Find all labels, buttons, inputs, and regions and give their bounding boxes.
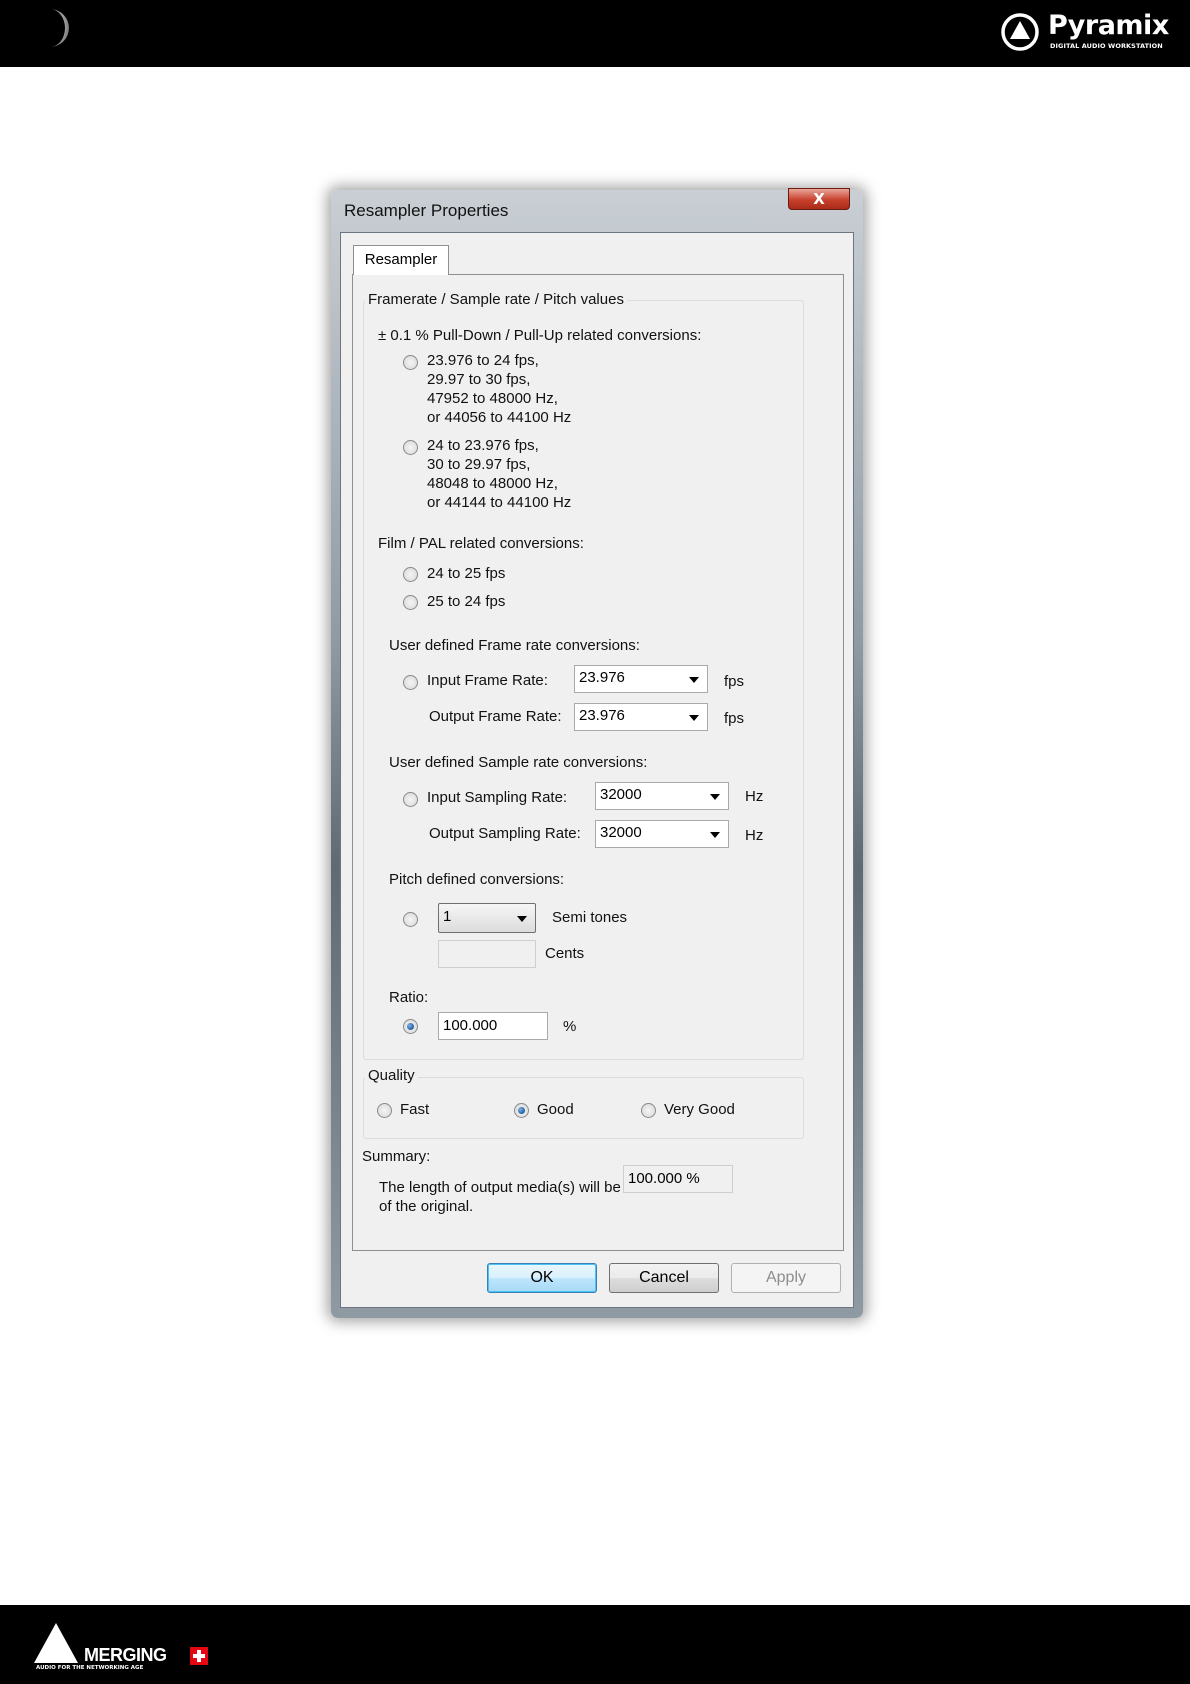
output-sampling-rate-label: Output Sampling Rate: — [429, 825, 581, 842]
pulldown-option2-line2: 30 to 29.97 fps, — [427, 456, 531, 473]
quality-fast-radio[interactable] — [377, 1103, 392, 1118]
summary-text-line1: The length of output media(s) will be — [379, 1179, 621, 1196]
output-frame-rate-value: 23.976 — [579, 707, 625, 724]
film-option2-label: 25 to 24 fps — [427, 593, 506, 610]
pulldown-option2-line1: 24 to 23.976 fps, — [427, 437, 539, 454]
tab-resampler[interactable]: Resampler — [353, 245, 449, 275]
pulldown-option1-line1: 23.976 to 24 fps, — [427, 352, 539, 369]
chevron-down-icon — [710, 794, 720, 800]
input-sampling-rate-label: Input Sampling Rate: — [427, 789, 568, 806]
merging-brand-name: MERGING — [84, 1645, 167, 1665]
film-heading: Film / PAL related conversions: — [378, 535, 584, 552]
values-group-legend: Framerate / Sample rate / Pitch values — [365, 291, 627, 308]
fps-unit-1: fps — [724, 673, 745, 690]
chevron-down-icon — [710, 832, 720, 838]
title-bar[interactable]: Resampler Properties X — [331, 188, 863, 230]
hz-unit-1: Hz — [745, 788, 764, 805]
sample-rate-heading: User defined Sample rate conversions: — [389, 754, 648, 771]
summary-text-line2: of the original. — [379, 1198, 474, 1215]
swiss-cross-icon — [190, 1647, 208, 1665]
input-frame-rate-value: 23.976 — [579, 669, 625, 686]
ratio-input[interactable]: 100.000 — [438, 1012, 548, 1040]
brand-name: Pyramix — [1048, 10, 1169, 41]
pulldown-option1-line3: 47952 to 48000 Hz, — [427, 390, 558, 407]
merging-triangle-icon — [34, 1623, 78, 1663]
output-sampling-rate-value: 32000 — [600, 824, 642, 841]
film-option2-radio[interactable] — [403, 595, 418, 610]
input-sampling-rate-value: 32000 — [600, 786, 642, 803]
semitones-select[interactable]: 1 — [438, 903, 536, 933]
summary-value: 100.000 % — [623, 1165, 733, 1193]
summary-heading: Summary: — [362, 1148, 431, 1165]
close-icon: X — [813, 190, 825, 208]
film-option1-label: 24 to 25 fps — [427, 565, 506, 582]
chevron-down-icon — [689, 677, 699, 683]
chevron-down-icon — [689, 715, 699, 721]
output-sampling-rate-select[interactable]: 32000 — [595, 820, 729, 848]
semitones-label: Semi tones — [552, 909, 628, 926]
output-frame-rate-select[interactable]: 23.976 — [574, 703, 708, 731]
input-frame-rate-select[interactable]: 23.976 — [574, 665, 708, 693]
input-frame-rate-label: Input Frame Rate: — [427, 672, 548, 689]
ratio-radio[interactable] — [403, 1019, 418, 1034]
resampler-properties-dialog: Resampler Properties X Resampler Framera… — [331, 188, 863, 1318]
brand-subtitle: DIGITAL AUDIO WORKSTATION — [1050, 42, 1163, 50]
film-option1-radio[interactable] — [403, 567, 418, 582]
pulldown-option1-line2: 29.97 to 30 fps, — [427, 371, 531, 388]
apply-button[interactable]: Apply — [731, 1263, 841, 1293]
cancel-button[interactable]: Cancel — [609, 1263, 719, 1293]
chevron-down-icon — [517, 916, 527, 922]
quality-good-radio[interactable] — [514, 1103, 529, 1118]
tab-panel: Framerate / Sample rate / Pitch values ±… — [352, 274, 844, 1251]
merging-tagline: AUDIO FOR THE NETWORKING AGE — [36, 1665, 144, 1671]
pulldown-option2-line4: or 44144 to 44100 Hz — [427, 494, 572, 511]
ratio-heading: Ratio: — [389, 989, 429, 1006]
pulldown-option1-radio[interactable] — [403, 355, 418, 370]
pulldown-option2-line3: 48048 to 48000 Hz, — [427, 475, 558, 492]
quality-legend: Quality — [365, 1067, 418, 1084]
merging-logo: MERGING AUDIO FOR THE NETWORKING AGE — [34, 1623, 234, 1675]
cents-input[interactable] — [438, 940, 536, 968]
cents-label: Cents — [545, 945, 585, 962]
frame-rate-heading: User defined Frame rate conversions: — [389, 637, 640, 654]
close-button[interactable]: X — [788, 188, 850, 210]
pitch-radio[interactable] — [403, 912, 418, 927]
pulldown-option1-line4: or 44056 to 44100 Hz — [427, 409, 572, 426]
pyramix-triangle-icon — [1001, 13, 1039, 51]
header-bar: Pyramix DIGITAL AUDIO WORKSTATION — [0, 0, 1190, 67]
moon-icon — [50, 9, 69, 47]
fps-unit-2: fps — [724, 710, 745, 727]
semitones-value: 1 — [443, 908, 452, 925]
quality-very-good-label: Very Good — [664, 1101, 735, 1118]
quality-good-label: Good — [537, 1101, 574, 1118]
input-sampling-rate-select[interactable]: 32000 — [595, 782, 729, 810]
frame-rate-radio[interactable] — [403, 675, 418, 690]
ok-button[interactable]: OK — [487, 1263, 597, 1293]
pyramix-logo: Pyramix DIGITAL AUDIO WORKSTATION — [1000, 10, 1175, 54]
dialog-client: Resampler Framerate / Sample rate / Pitc… — [340, 232, 854, 1308]
pitch-heading: Pitch defined conversions: — [389, 871, 565, 888]
dialog-title: Resampler Properties — [344, 201, 509, 220]
pulldown-heading: ± 0.1 % Pull-Down / Pull-Up related conv… — [378, 327, 702, 344]
pulldown-option2-radio[interactable] — [403, 440, 418, 455]
footer-bar: MERGING AUDIO FOR THE NETWORKING AGE — [0, 1605, 1190, 1684]
quality-fast-label: Fast — [400, 1101, 430, 1118]
output-frame-rate-label: Output Frame Rate: — [429, 708, 562, 725]
hz-unit-2: Hz — [745, 827, 764, 844]
percent-unit: % — [563, 1018, 577, 1035]
quality-very-good-radio[interactable] — [641, 1103, 656, 1118]
sample-rate-radio[interactable] — [403, 792, 418, 807]
